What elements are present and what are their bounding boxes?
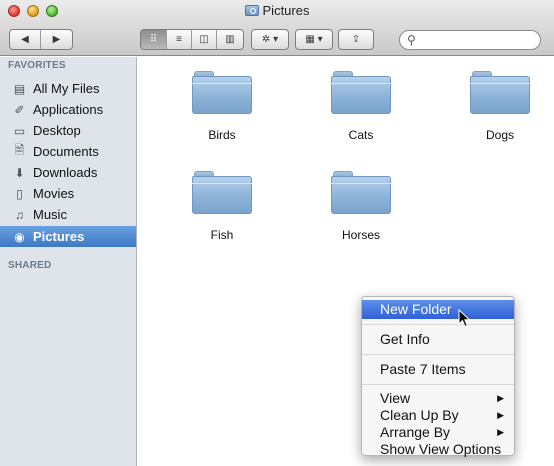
- folder-icon: [470, 71, 530, 115]
- menu-item-label: View: [380, 390, 411, 406]
- sidebar-item-documents[interactable]: 🗎 Documents: [0, 141, 136, 162]
- search-input[interactable]: [420, 32, 535, 48]
- menu-item-get-info[interactable]: Get Info: [362, 330, 514, 349]
- pictures-icon: ◉: [14, 229, 25, 244]
- share-button[interactable]: ⇪: [339, 30, 373, 49]
- sidebar-item-label: Documents: [33, 144, 99, 159]
- column-view-icon: ◫: [199, 34, 209, 45]
- menu-item-label: New Folder: [380, 301, 452, 317]
- navigation-buttons: ◀ ▶: [9, 29, 73, 50]
- submenu-arrow-icon: ▶: [497, 393, 504, 403]
- documents-icon: 🗎: [14, 143, 25, 157]
- arrange-menu-button[interactable]: ▦ ▾: [296, 30, 332, 49]
- menu-separator: [362, 354, 514, 355]
- context-menu: New Folder Get Info Paste 7 Items View ▶…: [361, 296, 515, 458]
- cover-flow-icon: ▥: [225, 34, 235, 45]
- folder-label: Birds: [208, 128, 236, 142]
- list-view-icon: ≡: [176, 34, 182, 45]
- chevron-left-icon: ◀: [21, 34, 29, 45]
- forward-button[interactable]: ▶: [41, 30, 72, 49]
- folder-label: Horses: [341, 228, 380, 242]
- folder-icon: [192, 171, 252, 215]
- sidebar-item-label: Applications: [33, 102, 104, 117]
- arrange-menu-group: ▦ ▾: [295, 29, 333, 50]
- sidebar-item-label: Downloads: [33, 165, 98, 180]
- sidebar-item-movies[interactable]: ▯ Movies: [0, 183, 136, 204]
- sidebar-item-label: Pictures: [33, 229, 85, 244]
- search-icon: ⚲: [407, 33, 416, 47]
- menu-item-paste-items[interactable]: Paste 7 Items: [362, 360, 514, 379]
- menu-item-label: Show View Options: [380, 441, 502, 457]
- all-files-icon: ▤: [13, 81, 26, 96]
- sidebar-heading-shared: SHARED: [8, 260, 52, 271]
- menu-separator: [362, 324, 514, 325]
- folder-icon: [331, 71, 391, 115]
- share-group: ⇪: [338, 29, 374, 50]
- folder-item[interactable]: Dogs: [450, 71, 550, 142]
- folder-item[interactable]: Horses: [311, 171, 411, 242]
- finder-window: Pictures ◀ ▶ ⠿ ≡ ◫ ▥ ✲ ▾ ▦ ▾ ⇪ ⚲ FAVORIT…: [0, 0, 554, 466]
- music-icon: ♫: [15, 207, 24, 222]
- sidebar-item-label: Movies: [33, 186, 75, 201]
- menu-item-label: Get Info: [380, 331, 430, 347]
- sidebar-item-label: Desktop: [33, 123, 81, 138]
- folder-item[interactable]: Birds: [172, 71, 272, 142]
- window-title: Pictures: [0, 3, 554, 18]
- menu-separator: [362, 384, 514, 385]
- applications-icon: ✐: [14, 102, 25, 117]
- sidebar-item-pictures[interactable]: ◉ Pictures: [0, 226, 136, 247]
- sidebar-item-label: All My Files: [33, 81, 100, 96]
- submenu-arrow-icon: ▶: [497, 410, 504, 420]
- movies-icon: ▯: [16, 186, 23, 201]
- sidebar-item-desktop[interactable]: ▭ Desktop: [0, 120, 136, 141]
- menu-item-clean-up-by[interactable]: Clean Up By ▶: [362, 407, 514, 424]
- folder-item[interactable]: Cats: [311, 71, 411, 142]
- title-bar: Pictures ◀ ▶ ⠿ ≡ ◫ ▥ ✲ ▾ ▦ ▾ ⇪ ⚲: [0, 0, 554, 56]
- chevron-right-icon: ▶: [52, 34, 61, 45]
- mouse-pointer-icon: [458, 309, 471, 328]
- menu-item-arrange-by[interactable]: Arrange By ▶: [362, 424, 514, 441]
- menu-item-new-folder[interactable]: New Folder: [362, 300, 514, 319]
- menu-item-show-view-options[interactable]: Show View Options: [362, 441, 514, 458]
- back-button[interactable]: ◀: [10, 30, 41, 49]
- folder-item[interactable]: Fish: [172, 171, 272, 242]
- icon-view-icon: ⠿: [149, 34, 158, 45]
- downloads-icon: ⬇: [14, 165, 25, 180]
- folder-label: Dogs: [485, 128, 514, 142]
- arrange-grid-icon: ▦ ▾: [305, 34, 323, 45]
- sidebar-item-music[interactable]: ♫ Music: [0, 204, 136, 225]
- menu-item-label: Paste 7 Items: [380, 361, 466, 377]
- menu-item-view[interactable]: View ▶: [362, 390, 514, 407]
- menu-item-label: Clean Up By: [380, 407, 459, 423]
- sidebar: FAVORITES ▤ All My Files ✐ Applications …: [0, 57, 137, 466]
- sidebar-item-all-my-files[interactable]: ▤ All My Files: [0, 78, 136, 99]
- folder-label: Fish: [210, 228, 234, 242]
- column-view-button[interactable]: ◫: [192, 30, 217, 49]
- desktop-icon: ▭: [13, 123, 26, 138]
- pictures-folder-icon: [244, 5, 259, 16]
- sidebar-item-applications[interactable]: ✐ Applications: [0, 99, 136, 120]
- list-view-button[interactable]: ≡: [167, 30, 192, 49]
- search-field[interactable]: ⚲: [399, 30, 541, 50]
- gear-icon: ✲ ▾: [261, 34, 279, 45]
- submenu-arrow-icon: ▶: [497, 427, 504, 437]
- action-menu-button[interactable]: ✲ ▾: [252, 30, 288, 49]
- folder-label: Cats: [348, 128, 374, 142]
- sidebar-item-label: Music: [33, 207, 67, 222]
- icon-view-button[interactable]: ⠿: [141, 30, 167, 49]
- menu-item-label: Arrange By: [380, 424, 451, 440]
- window-title-label: Pictures: [262, 3, 310, 18]
- sidebar-item-downloads[interactable]: ⬇ Downloads: [0, 162, 136, 183]
- folder-icon: [192, 71, 252, 115]
- view-mode-buttons: ⠿ ≡ ◫ ▥: [140, 29, 244, 50]
- cover-flow-view-button[interactable]: ▥: [217, 30, 243, 49]
- share-icon: ⇪: [351, 34, 361, 45]
- folder-icon: [331, 171, 391, 215]
- sidebar-heading-favorites: FAVORITES: [8, 60, 66, 71]
- action-menu-group: ✲ ▾: [251, 29, 289, 50]
